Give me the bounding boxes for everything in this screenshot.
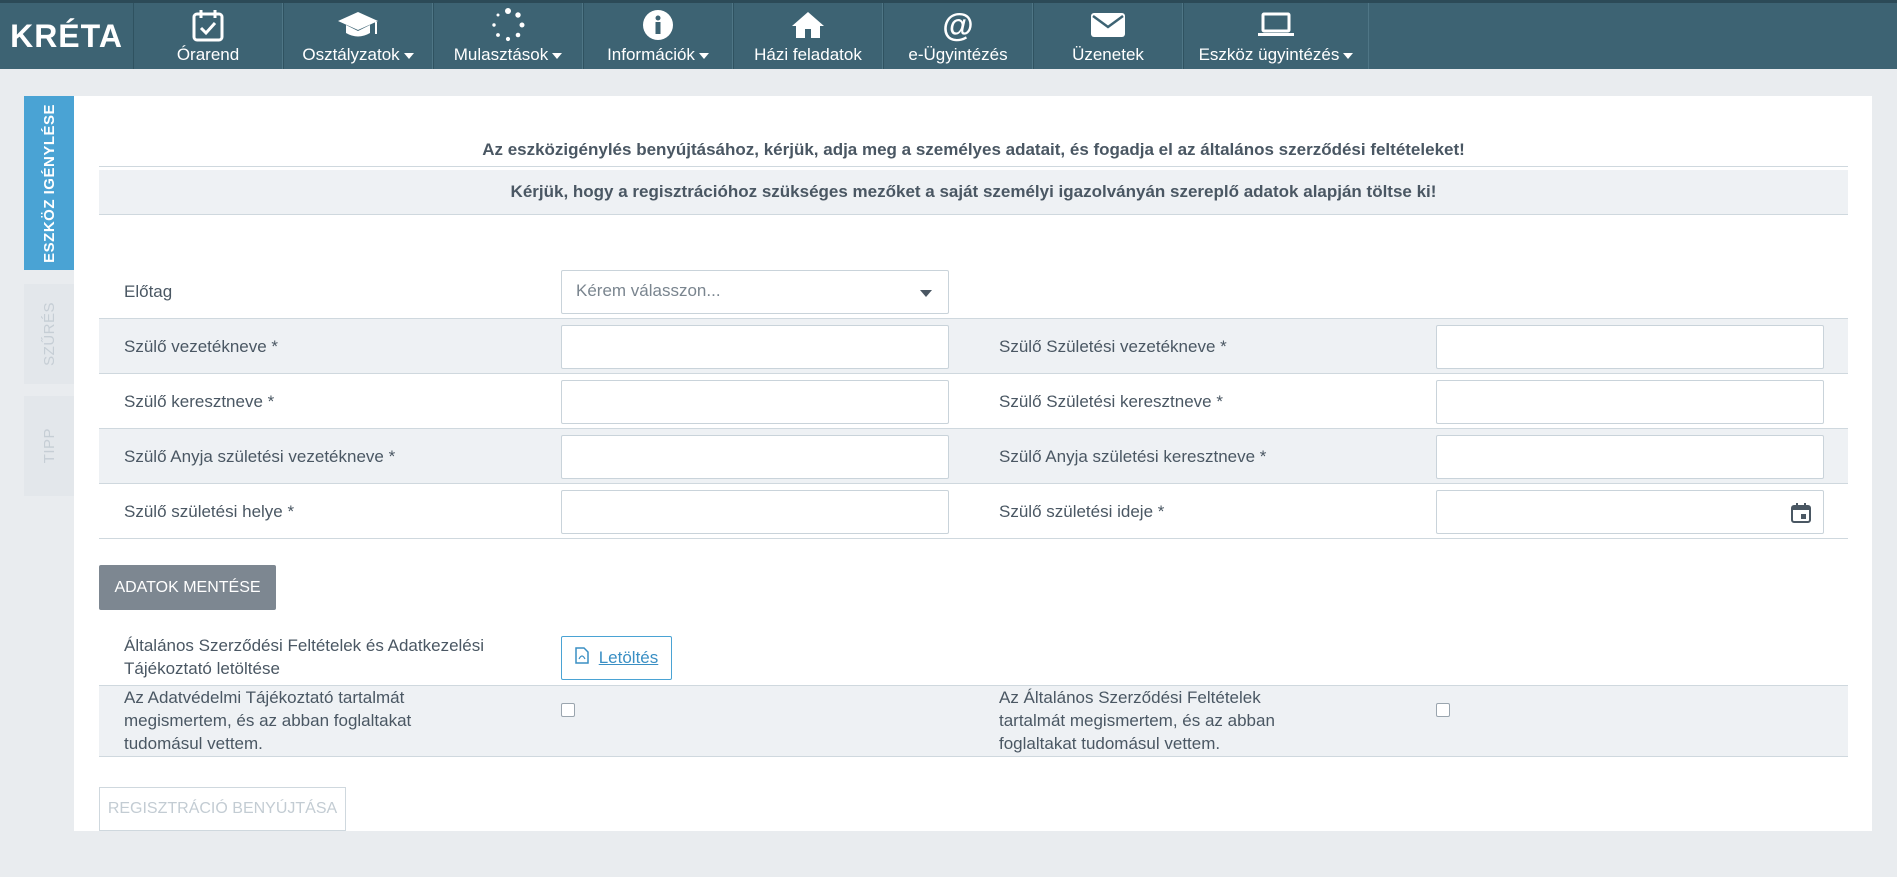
home-icon [791, 5, 825, 45]
terms-ack-label: Az Általános Szerződési Feltételek tarta… [999, 688, 1275, 753]
form-row-firstname: Szülő keresztneve * Szülő Születési kere… [99, 374, 1848, 429]
nav-label: Osztályzatok [302, 45, 400, 64]
birth-date-label: Szülő születési ideje * [999, 502, 1165, 521]
parent-birth-lastname-input[interactable] [1436, 325, 1824, 369]
privacy-ack-checkbox[interactable] [561, 703, 575, 717]
nav-item-eszkoz-ugyintezes[interactable]: Eszköz ügyintézés [1183, 3, 1369, 69]
terms-ack-checkbox[interactable] [1436, 703, 1450, 717]
at-sign-icon: @ [942, 7, 974, 43]
info-circle-icon [642, 5, 674, 45]
birth-place-input[interactable] [561, 490, 949, 534]
tab-eszkoz-igenylese[interactable]: ESZKÖZ IGÉNYLÉSE [24, 96, 74, 270]
parent-birth-lastname-label: Szülő Születési vezetékneve * [999, 337, 1227, 356]
info-line-2: Kérjük, hogy a regisztrációhoz szükséges… [99, 170, 1848, 215]
mother-birth-firstname-input[interactable] [1436, 435, 1824, 479]
registration-panel: Az eszközigénylés benyújtásához, kérjük,… [74, 96, 1872, 831]
top-navbar: KRÉTA Órarend Osztályzatok Mulasztások I… [0, 0, 1897, 69]
prefix-label: Előtag [124, 282, 173, 301]
caret-down-icon [552, 52, 563, 59]
caret-down-icon [698, 52, 709, 59]
parent-lastname-label: Szülő vezetékneve * [124, 337, 279, 356]
tab-label: TIPP [40, 428, 58, 464]
nav-label: Információk [607, 45, 695, 64]
chevron-down-icon [920, 290, 932, 297]
nav-item-osztalyzatok[interactable]: Osztályzatok [283, 3, 433, 69]
graduation-cap-icon [336, 5, 380, 45]
form-row-prefix: Előtag Kérem válasszon... [99, 264, 1848, 319]
parent-firstname-input[interactable] [561, 380, 949, 424]
nav-item-uzenetek[interactable]: Üzenetek [1033, 3, 1183, 69]
form-row-acknowledgements: Az Adatvédelmi Tájékoztató tartalmát meg… [99, 686, 1848, 757]
nav-item-e-ugyintezes[interactable]: @ e-Ügyintézés [883, 3, 1033, 69]
envelope-icon [1090, 5, 1126, 45]
spinner-icon [491, 5, 525, 45]
calendar-check-icon [192, 5, 224, 45]
prefix-select[interactable]: Kérem válasszon... [561, 270, 949, 314]
nav-label: Házi feladatok [754, 45, 862, 64]
mother-birth-lastname-input[interactable] [561, 435, 949, 479]
mother-birth-lastname-label: Szülő Anyja születési vezetékneve * [124, 447, 396, 466]
info-line-1: Az eszközigénylés benyújtásához, kérjük,… [99, 134, 1848, 167]
main-nav: Órarend Osztályzatok Mulasztások Informá… [133, 3, 1369, 69]
mother-birth-firstname-label: Szülő Anyja születési keresztneve * [999, 447, 1267, 466]
privacy-ack-label: Az Adatvédelmi Tájékoztató tartalmát meg… [124, 688, 412, 753]
download-label: Letöltés [598, 648, 659, 667]
submit-registration-button[interactable]: REGISZTRÁCIÓ BENYÚJTÁSA [99, 787, 346, 831]
laptop-icon [1257, 5, 1295, 45]
parent-lastname-input[interactable] [561, 325, 949, 369]
pdf-file-icon [574, 647, 589, 669]
save-data-button[interactable]: ADATOK MENTÉSE [99, 565, 276, 610]
parent-birth-firstname-label: Szülő Születési keresztneve * [999, 392, 1223, 411]
tab-label: SZŰRÉS [40, 302, 58, 366]
caret-down-icon [403, 52, 414, 59]
download-button[interactable]: Letöltés [561, 636, 672, 680]
form-row-lastname: Szülő vezetékneve * Szülő Születési veze… [99, 319, 1848, 374]
form-row-mother: Szülő Anyja születési vezetékneve * Szül… [99, 429, 1848, 484]
tab-szures[interactable]: SZŰRÉS [24, 284, 74, 384]
caret-down-icon [1343, 52, 1354, 59]
nav-label: Üzenetek [1072, 45, 1144, 64]
nav-item-informaciok[interactable]: Információk [583, 3, 733, 69]
form-row-birth: Szülő születési helye * Szülő születési … [99, 484, 1848, 539]
tab-label: ESZKÖZ IGÉNYLÉSE [40, 103, 58, 263]
logo-text: KRÉTA [10, 17, 123, 54]
tab-tipp[interactable]: TIPP [24, 396, 74, 496]
terms-download-label: Általános Szerződési Feltételek és Adatk… [124, 636, 485, 678]
parent-firstname-label: Szülő keresztneve * [124, 392, 275, 411]
nav-label: Órarend [176, 45, 240, 64]
nav-item-orarend[interactable]: Órarend [133, 3, 283, 69]
prefix-select-value: Kérem válasszon... [576, 281, 721, 300]
birth-date-input[interactable] [1436, 490, 1824, 534]
form-row-terms-download: Általános Szerződési Feltételek és Adatk… [99, 620, 1848, 686]
birth-place-label: Szülő születési helye * [124, 502, 295, 521]
kreta-logo[interactable]: KRÉTA [0, 3, 133, 69]
calendar-icon[interactable] [1791, 503, 1811, 528]
nav-item-hazi-feladatok[interactable]: Házi feladatok [733, 3, 883, 69]
parent-birth-firstname-input[interactable] [1436, 380, 1824, 424]
nav-label: Mulasztások [453, 45, 549, 64]
nav-label: e-Ügyintézés [908, 45, 1008, 64]
nav-item-mulasztasok[interactable]: Mulasztások [433, 3, 583, 69]
nav-label: Eszköz ügyintézés [1198, 45, 1340, 64]
